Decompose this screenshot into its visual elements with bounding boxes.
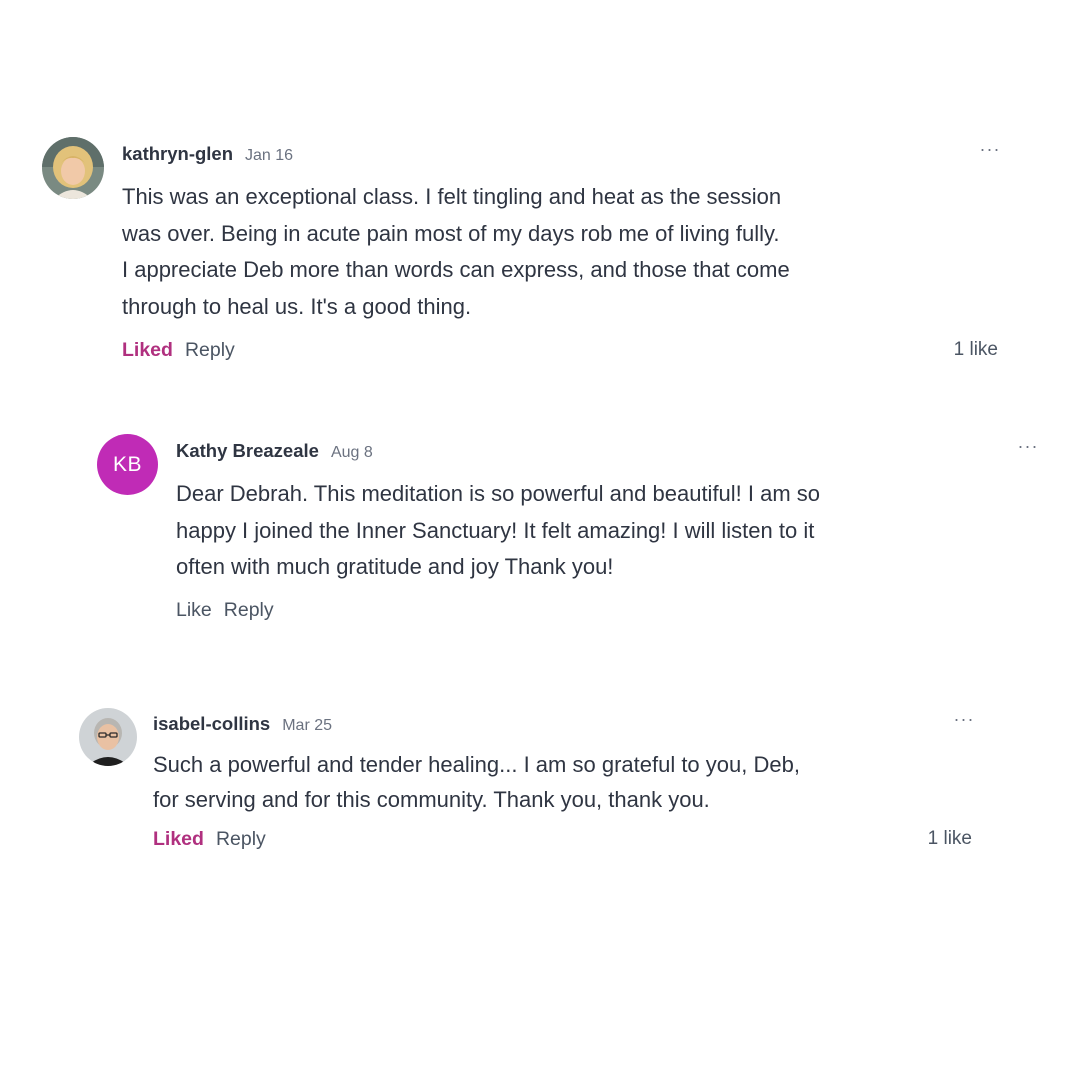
- comment-line: Dear Debrah. This meditation is so power…: [176, 481, 821, 506]
- more-options-icon[interactable]: ···: [952, 710, 976, 733]
- reply-button[interactable]: Reply: [185, 339, 235, 362]
- avatar[interactable]: [79, 708, 137, 766]
- more-options-icon[interactable]: ···: [978, 140, 1002, 163]
- reply-button[interactable]: Reply: [216, 828, 266, 851]
- comment-line: Such a powerful and tender healing... I …: [153, 752, 800, 777]
- author-name[interactable]: Kathy Breazeale: [176, 440, 319, 462]
- like-button[interactable]: Like: [176, 599, 212, 622]
- comment-line: through to heal us. It's a good thing.: [122, 293, 472, 319]
- comment-actions: Liked Reply 1 like: [122, 337, 1002, 363]
- likes-count[interactable]: 1 like: [928, 828, 972, 850]
- comment-line: for serving and for this community. Than…: [153, 787, 710, 812]
- comment-actions: Like Reply: [176, 598, 1040, 624]
- comment-date[interactable]: Aug 8: [331, 444, 373, 462]
- comment-body: This was an exceptional class. I felt ti…: [122, 179, 1002, 325]
- likes-count[interactable]: 1 like: [954, 339, 998, 361]
- comment-actions: Liked Reply 1 like: [153, 826, 976, 852]
- user-photo-icon: [42, 137, 104, 199]
- comment-body: Dear Debrah. This meditation is so power…: [176, 476, 1040, 586]
- avatar[interactable]: KB: [97, 434, 158, 495]
- more-options-icon[interactable]: ···: [1016, 437, 1040, 460]
- like-button[interactable]: Liked: [153, 828, 204, 851]
- like-button[interactable]: Liked: [122, 339, 173, 362]
- comment-line: This was an exceptional class. I felt ti…: [122, 184, 782, 209]
- comment-body: Such a powerful and tender healing... I …: [153, 747, 976, 817]
- author-name[interactable]: kathryn-glen: [122, 143, 233, 165]
- reply-button[interactable]: Reply: [224, 599, 274, 622]
- comment-line: happy I joined the Inner Sanctuary! It f…: [176, 517, 815, 543]
- avatar[interactable]: [42, 137, 104, 199]
- comment-line: I appreciate Deb more than words can exp…: [122, 257, 790, 282]
- comment-date[interactable]: Mar 25: [282, 717, 332, 735]
- comment-line: often with much gratitude and joy Thank …: [176, 554, 614, 579]
- comment-line: was over. Being in acute pain most of my…: [122, 220, 780, 246]
- avatar-initials: KB: [112, 452, 142, 476]
- author-name[interactable]: isabel-collins: [153, 713, 270, 735]
- user-photo-icon: [79, 708, 137, 766]
- comment-date[interactable]: Jan 16: [245, 147, 293, 165]
